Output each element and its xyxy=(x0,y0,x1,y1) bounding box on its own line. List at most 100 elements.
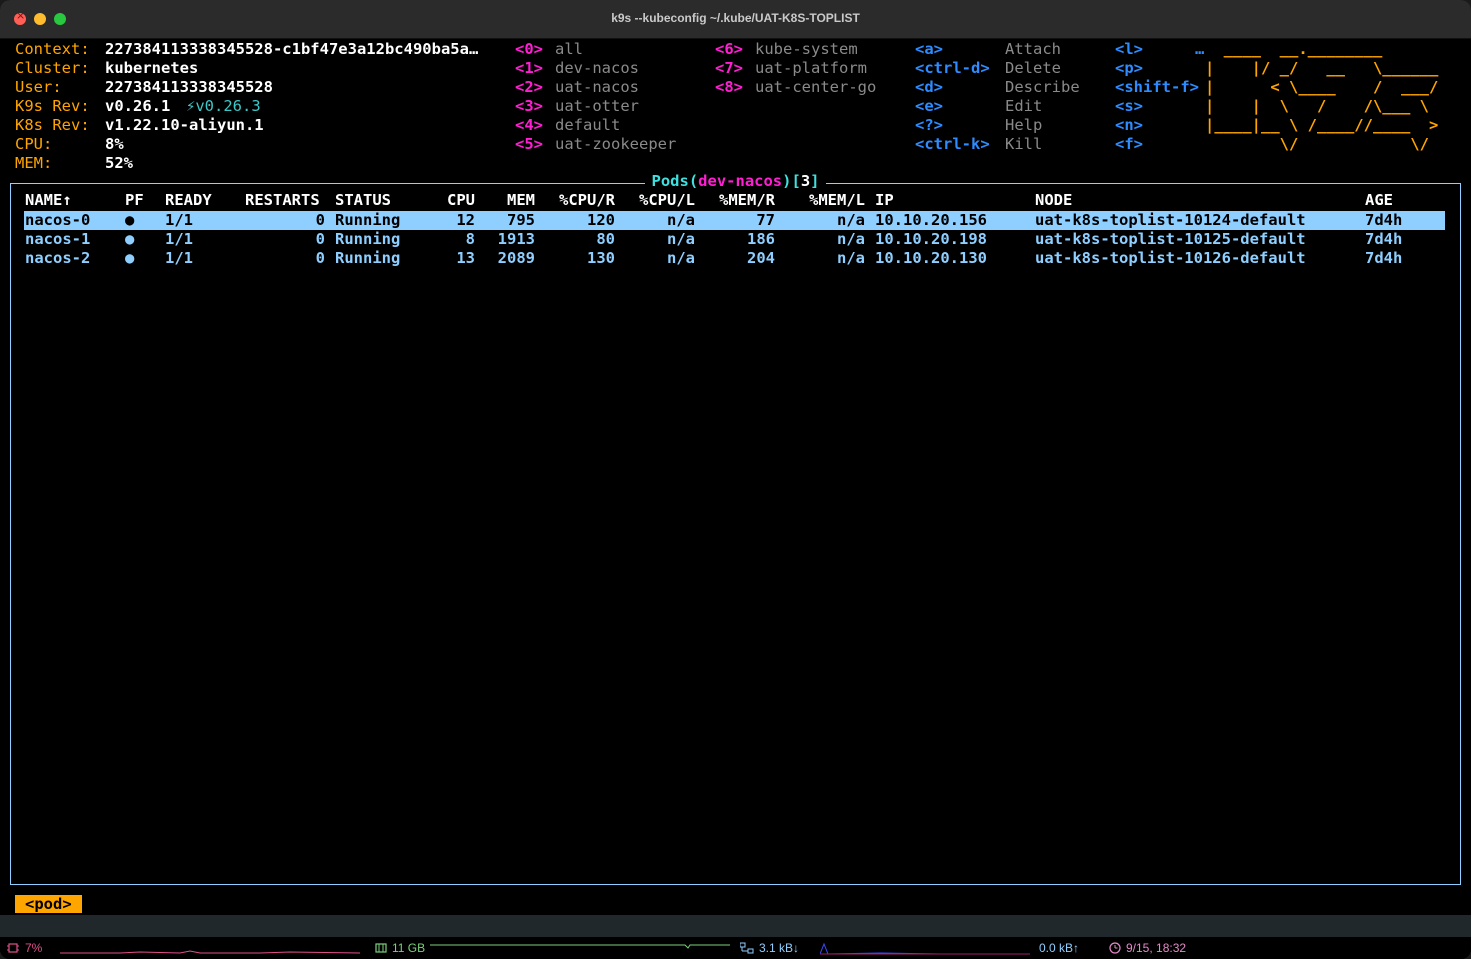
pod-mem-l: n/a xyxy=(837,249,865,267)
pod-ready: 1/1 xyxy=(165,230,193,248)
col-mem[interactable]: MEM xyxy=(485,191,535,210)
col-ready[interactable]: READY xyxy=(165,191,212,210)
shortcut-key-p[interactable]: <p> xyxy=(1115,59,1143,78)
panel-namespace: dev-nacos xyxy=(698,172,783,190)
ns-key-4[interactable]: <4> xyxy=(515,116,543,135)
shortcut-key-s[interactable]: <s> xyxy=(1115,97,1143,116)
table-row[interactable]: nacos-2 ● 1/1 0 Running 13 2089 130 n/a … xyxy=(24,249,1445,268)
ns-key-5[interactable]: <5> xyxy=(515,135,543,154)
ns-name-6[interactable]: kube-system xyxy=(755,40,858,59)
col-status[interactable]: STATUS xyxy=(335,191,391,210)
pod-name: nacos-2 xyxy=(25,249,91,267)
ns-name-0[interactable]: all xyxy=(555,40,583,59)
pod-cpu: 13 xyxy=(456,249,475,267)
col-name[interactable]: NAME↑ xyxy=(25,191,72,210)
shortcut-key-help[interactable]: <?> xyxy=(915,116,943,135)
col-mem-r[interactable]: %MEM/R xyxy=(705,191,775,210)
col-pf[interactable]: PF xyxy=(125,191,144,210)
pod-cpu-l: n/a xyxy=(667,230,695,248)
shortcut-help[interactable]: Help xyxy=(1005,116,1042,135)
k8s-rev-label: K8s Rev: xyxy=(15,116,90,134)
clock-icon xyxy=(1109,942,1121,954)
ns-name-5[interactable]: uat-zookeeper xyxy=(555,135,676,154)
pod-ip: 10.10.20.130 xyxy=(875,249,987,267)
shortcut-key-shift-f[interactable]: <shift-f> xyxy=(1115,78,1199,97)
ns-name-2[interactable]: uat-nacos xyxy=(555,78,639,97)
pod-pf-indicator: ● xyxy=(125,230,135,248)
pod-age: 7d4h xyxy=(1365,211,1403,229)
pod-node: uat-k8s-toplist-10124-default xyxy=(1035,211,1306,229)
ns-key-3[interactable]: <3> xyxy=(515,97,543,116)
pod-mem: 2089 xyxy=(497,249,535,267)
pod-cpu-r: 80 xyxy=(596,230,615,248)
shortcut-key-delete[interactable]: <ctrl-d> xyxy=(915,59,990,78)
shortcut-delete[interactable]: Delete xyxy=(1005,59,1061,78)
pod-cpu-l: n/a xyxy=(667,211,695,229)
cpu-icon xyxy=(7,943,19,953)
pod-restarts: 0 xyxy=(315,230,325,248)
shortcut-attach[interactable]: Attach xyxy=(1005,40,1061,59)
clock: 9/15, 18:32 xyxy=(1126,941,1187,955)
ns-key-6[interactable]: <6> xyxy=(715,40,743,59)
shortcut-key-l[interactable]: <l> xyxy=(1115,40,1143,59)
pod-age: 7d4h xyxy=(1365,230,1403,248)
shortcut-key-kill[interactable]: <ctrl-k> xyxy=(915,135,990,154)
shortcut-key-n[interactable]: <n> xyxy=(1115,116,1143,135)
panel-count: 3 xyxy=(800,172,811,190)
logo-line-4: | | \ / /\___ \ xyxy=(1205,97,1429,115)
cluster-label: Cluster: xyxy=(15,59,90,77)
ns-key-7[interactable]: <7> xyxy=(715,59,743,78)
table-row[interactable]: nacos-0 ● 1/1 0 Running 12 795 120 n/a 7… xyxy=(24,211,1445,230)
table-row[interactable]: nacos-1 ● 1/1 0 Running 8 1913 80 n/a 18… xyxy=(24,230,1445,249)
mem-value: 52% xyxy=(105,154,133,172)
col-age[interactable]: AGE xyxy=(1365,191,1393,210)
col-cpu-r[interactable]: %CPU/R xyxy=(545,191,615,210)
col-restarts[interactable]: RESTARTS xyxy=(245,191,320,210)
col-mem-l[interactable]: %MEM/L xyxy=(795,191,865,210)
ns-key-8[interactable]: <8> xyxy=(715,78,743,97)
shortcut-kill[interactable]: Kill xyxy=(1005,135,1042,154)
ns-name-7[interactable]: uat-platform xyxy=(755,59,867,78)
network-sparkline xyxy=(820,942,1030,955)
logo-line-3: | < \____ / ___/ xyxy=(1205,78,1439,96)
logo-line-5: |____|__ \ /____//____ > xyxy=(1205,116,1439,134)
breadcrumb-pod[interactable]: <pod> xyxy=(15,895,82,913)
cpu-sparkline xyxy=(60,950,360,954)
user-label: User: xyxy=(15,78,62,96)
ns-key-2[interactable]: <2> xyxy=(515,78,543,97)
pods-panel xyxy=(10,183,1461,885)
pod-node: uat-k8s-toplist-10125-default xyxy=(1035,230,1306,248)
terminal-content: Context: 227384113338345528-c1bf47e3a12b… xyxy=(0,39,1471,959)
ns-name-4[interactable]: default xyxy=(555,116,620,135)
ns-name-8[interactable]: uat-center-go xyxy=(755,78,876,97)
shortcut-edit[interactable]: Edit xyxy=(1005,97,1042,116)
ns-name-3[interactable]: uat-otter xyxy=(555,97,639,116)
title-bar: k9s --kubeconfig ~/.kube/UAT-K8S-TOPLIST xyxy=(0,0,1471,39)
pod-ready: 1/1 xyxy=(165,249,193,267)
logo-line-2: | |/ _/ __ \______ xyxy=(1205,59,1439,77)
shortcut-key-f[interactable]: <f> xyxy=(1115,135,1143,154)
ns-key-1[interactable]: <1> xyxy=(515,59,543,78)
col-ip[interactable]: IP xyxy=(875,191,894,210)
pod-mem-r: 186 xyxy=(747,230,775,248)
logo-ellipsis: … xyxy=(1195,40,1205,58)
user-value: 227384113338345528 xyxy=(105,78,273,96)
context-value: 227384113338345528-c1bf47e3a12bc490ba5a… xyxy=(105,40,479,58)
pod-mem-l: n/a xyxy=(837,230,865,248)
pod-ip: 10.10.20.198 xyxy=(875,230,987,248)
ns-name-1[interactable]: dev-nacos xyxy=(555,59,639,78)
shortcut-key-attach[interactable]: <a> xyxy=(915,40,943,59)
panel-title: Pods(dev-nacos)[3] xyxy=(0,172,1471,191)
shortcut-key-describe[interactable]: <d> xyxy=(915,78,943,97)
col-node[interactable]: NODE xyxy=(1035,191,1072,210)
k9s-rev-label: K9s Rev: xyxy=(15,97,90,115)
network-icon xyxy=(740,942,754,954)
col-cpu-l[interactable]: %CPU/L xyxy=(625,191,695,210)
shortcut-key-edit[interactable]: <e> xyxy=(915,97,943,116)
k9s-rev-value: v0.26.1 xyxy=(105,97,171,115)
ns-key-0[interactable]: <0> xyxy=(515,40,543,59)
col-cpu[interactable]: CPU xyxy=(425,191,475,210)
pod-ready: 1/1 xyxy=(165,211,193,229)
context-label: Context: xyxy=(15,40,90,58)
shortcut-describe[interactable]: Describe xyxy=(1005,78,1080,97)
